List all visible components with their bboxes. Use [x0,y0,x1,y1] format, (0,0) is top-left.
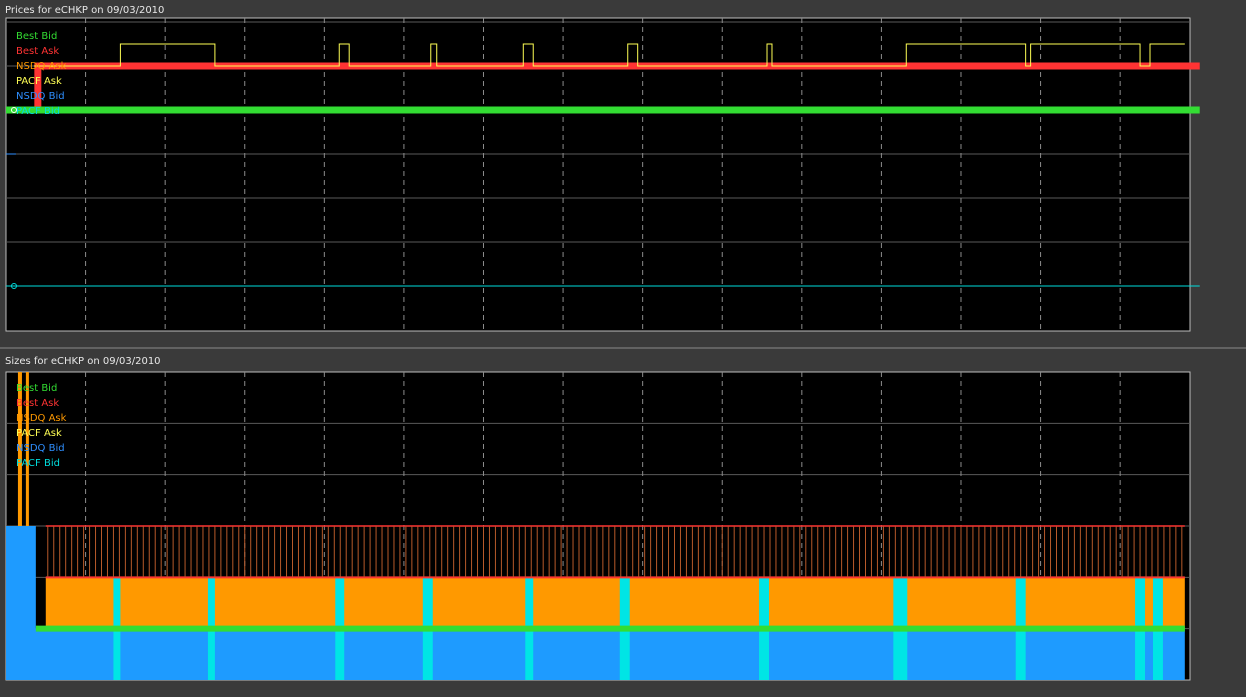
price-legend-entry: NSDQ Ask [16,61,67,72]
size-area-nsdq-ask [45,577,1185,629]
size-chart-title: Sizes for eCHKP on 09/03/2010 [5,356,161,367]
price-legend-entry: NSDQ Bid [16,91,65,102]
size-legend-entry: NSDQ Bid [16,443,65,454]
size-legend-entry: Best Ask [16,398,59,409]
size-legend-entry: NSDQ Ask [16,413,67,424]
price-chart-title: Prices for eCHKP on 09/03/2010 [5,5,164,16]
chart-window: Prices for eCHKP on 09/03/2010 Sizes for… [0,0,1246,697]
size-legend-entry: Best Bid [16,383,57,394]
size-legend-entry: PACF Ask [16,428,62,439]
size-legend-entry: PACF Bid [16,458,60,469]
size-spike-left [6,526,16,680]
price-legend-entry: PACF Bid [16,106,60,117]
price-legend-entry: Best Bid [16,31,57,42]
charts-svg: Prices for eCHKP on 09/03/2010 Sizes for… [0,5,1246,681]
price-legend-entry: PACF Ask [16,76,62,87]
price-legend-entry: Best Ask [16,46,59,57]
